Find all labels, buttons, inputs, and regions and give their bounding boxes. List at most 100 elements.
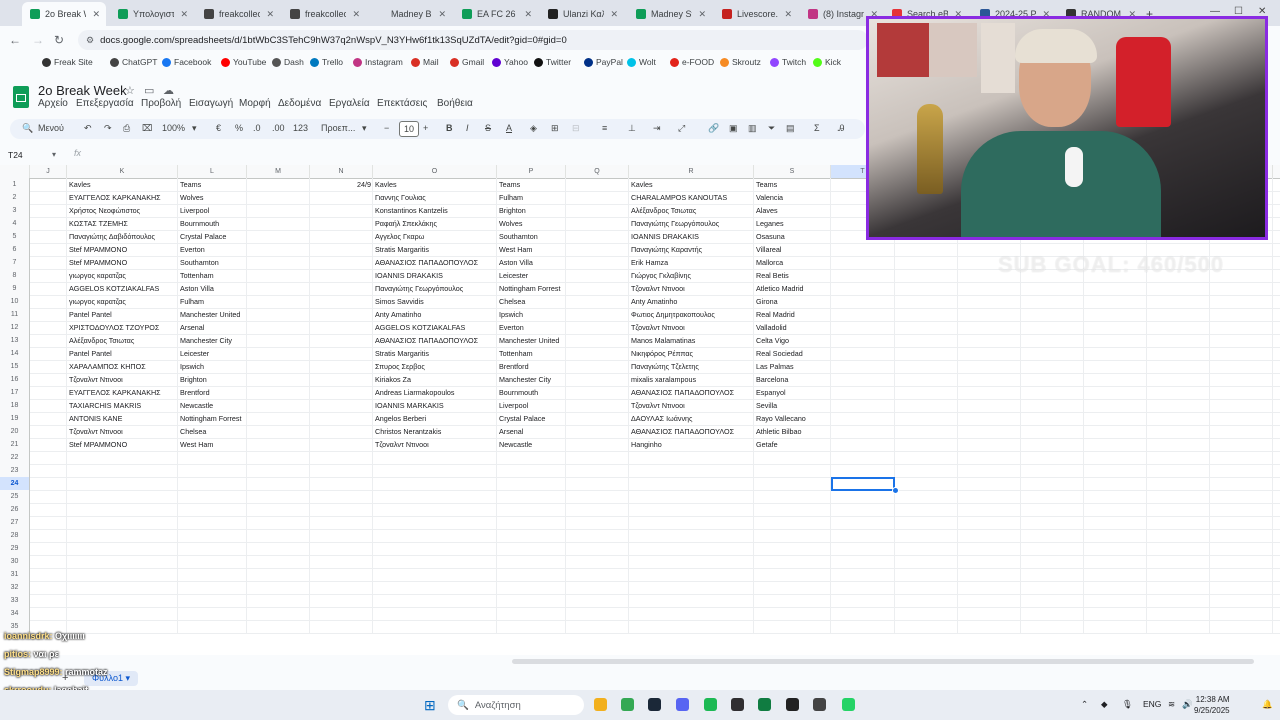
row-header[interactable]: 8 (0, 269, 30, 282)
cell-k6[interactable]: Stef ΜΡΑΜΜΟΝΟ (69, 243, 176, 256)
menu-item[interactable]: Επεξεργασία (76, 98, 134, 109)
cell-l21[interactable]: West Ham (180, 438, 245, 451)
bookmark-item[interactable]: Kick (813, 57, 841, 67)
cell-k11[interactable]: Pantel Pantel (69, 308, 176, 321)
search-menu-icon[interactable]: 🔍 (22, 123, 33, 134)
insert-comment-icon[interactable]: ▣ (729, 123, 738, 134)
cell-r17[interactable]: ΑΘΑΝΑΣΙΟΣ ΠΑΠΑΔΟΠΟΥΛΟΣ (631, 386, 752, 399)
cell-l2[interactable]: Wolves (180, 191, 245, 204)
cell-r5[interactable]: IOANNIS DRAKAKIS (631, 230, 752, 243)
cell-k1[interactable]: Kavles (69, 178, 176, 191)
row-header[interactable]: 23 (0, 464, 30, 477)
volume-icon[interactable]: 🔊 (1182, 699, 1193, 710)
bookmark-item[interactable]: Instagram (353, 57, 403, 67)
browser-tab[interactable]: Livescore.in ✕ (714, 4, 798, 24)
cloud-status-icon[interactable]: ☁ (163, 84, 174, 97)
cell-k8[interactable]: γιωργος καρατζας (69, 269, 176, 282)
row-header[interactable]: 29 (0, 542, 30, 555)
cell-r21[interactable]: Hanginho (631, 438, 752, 451)
cell-r8[interactable]: Γιώργος Γκλαβίνης (631, 269, 752, 282)
row-header[interactable]: 15 (0, 360, 30, 373)
cell-s4[interactable]: Leganes (756, 217, 829, 230)
sheets-logo-icon[interactable] (13, 86, 29, 108)
menu-item[interactable]: Αρχείο (38, 98, 68, 109)
menu-item[interactable]: Εργαλεία (329, 98, 370, 109)
vertical-align-icon[interactable]: ⊥ (628, 123, 636, 134)
cell-k5[interactable]: Παναγιώτης Δαβιδόπουλος (69, 230, 176, 243)
browser-tab[interactable]: Madney Bre ✕ (368, 4, 452, 24)
cell-o11[interactable]: Anty Amatinho (375, 308, 495, 321)
cell-l4[interactable]: Bournmouth (180, 217, 245, 230)
bookmark-item[interactable]: Gmail (450, 57, 484, 67)
bookmark-item[interactable]: Facebook (162, 57, 211, 67)
cell-o19[interactable]: Angelos Berberi (375, 412, 495, 425)
borders-icon[interactable]: ⊞ (551, 123, 559, 134)
column-header[interactable]: L (178, 165, 247, 178)
cell-o16[interactable]: Kiriakos Za (375, 373, 495, 386)
column-header[interactable]: M (247, 165, 310, 178)
browser-tab[interactable]: EA FC 26 Ul ✕ (454, 4, 538, 24)
row-header[interactable]: 10 (0, 295, 30, 308)
cell-k19[interactable]: ANTONIS KANE (69, 412, 176, 425)
row-header[interactable]: 3 (0, 204, 30, 217)
cell-p6[interactable]: West Ham (499, 243, 564, 256)
row-header[interactable]: 25 (0, 490, 30, 503)
bookmark-item[interactable]: Twitter (534, 57, 571, 67)
cell-o21[interactable]: Τζοναλντ Ντινοοι (375, 438, 495, 451)
language-indicator[interactable]: ENG (1143, 699, 1161, 709)
column-header[interactable]: N (310, 165, 373, 178)
increase-decimal-button[interactable]: .00 (272, 123, 285, 133)
cell-l20[interactable]: Chelsea (180, 425, 245, 438)
cell-r14[interactable]: Νικηφόρος Ρέππας (631, 347, 752, 360)
row-header[interactable]: 11 (0, 308, 30, 321)
input-tools-icon[interactable]: Ꭿ (838, 123, 845, 134)
fill-handle[interactable] (892, 487, 899, 494)
taskbar-obs-icon[interactable] (731, 698, 744, 711)
cell-o1[interactable]: Kavles (375, 178, 495, 191)
taskbar-search[interactable]: 🔍 Αναζήτηση (448, 695, 584, 715)
cell-r7[interactable]: Erik Hamza (631, 256, 752, 269)
tab-close-icon[interactable]: ✕ (698, 9, 706, 20)
cell-k9[interactable]: AGGELOS KOTZIAKALFAS (69, 282, 176, 295)
decrease-decimal-button[interactable]: .0 (253, 123, 261, 133)
cell-s20[interactable]: Athletic Bilbao (756, 425, 829, 438)
cell-p2[interactable]: Fulham (499, 191, 564, 204)
cell-l16[interactable]: Brighton (180, 373, 245, 386)
cell-l18[interactable]: Newcastle (180, 399, 245, 412)
row-header[interactable]: 22 (0, 451, 30, 464)
cell-p19[interactable]: Crystal Palace (499, 412, 564, 425)
name-box-chevron-icon[interactable]: ▾ (52, 150, 56, 159)
taskbar-excel-icon[interactable] (758, 698, 771, 711)
font-size-minus-icon[interactable]: − (384, 123, 389, 133)
row-header[interactable]: 30 (0, 555, 30, 568)
redo-icon[interactable]: ↷ (104, 123, 112, 134)
cell-k4[interactable]: ΚΩΣΤΑΣ ΤΖΕΜΗΣ (69, 217, 176, 230)
cell-r1[interactable]: Kavles (631, 178, 752, 191)
cell-l19[interactable]: Nottingham Forrest (180, 412, 245, 425)
bookmark-item[interactable]: PayPal (584, 57, 623, 67)
tab-close-icon[interactable]: ✕ (180, 9, 188, 20)
taskbar-clock[interactable]: 12:38 AM 9/25/2025 (1194, 694, 1230, 716)
row-header[interactable]: 31 (0, 568, 30, 581)
cell-o15[interactable]: Σπυρος Σερβος (375, 360, 495, 373)
row-header[interactable]: 12 (0, 321, 30, 334)
cell-r11[interactable]: Φωτιος Δημητρακοπουλος (631, 308, 752, 321)
browser-tab[interactable]: freakcollect ✕ (282, 4, 366, 24)
undo-icon[interactable]: ↶ (84, 123, 92, 134)
column-header[interactable]: J (30, 165, 67, 178)
text-rotation-icon[interactable]: ⤢ (678, 123, 685, 134)
star-icon[interactable]: ☆ (125, 84, 135, 97)
row-header[interactable]: 18 (0, 399, 30, 412)
cell-n1[interactable]: 24/9 (312, 178, 371, 191)
cell-p8[interactable]: Leicester (499, 269, 564, 282)
cell-p10[interactable]: Chelsea (499, 295, 564, 308)
cell-s12[interactable]: Valladolid (756, 321, 829, 334)
cell-r19[interactable]: ΔΑΟΥΛΑΣ Ιωάννης (631, 412, 752, 425)
cell-r6[interactable]: Παναγιώτης Καραντής (631, 243, 752, 256)
row-header[interactable]: 5 (0, 230, 30, 243)
column-header[interactable]: Q (566, 165, 629, 178)
bookmark-item[interactable]: e-FOOD (670, 57, 714, 67)
cell-r15[interactable]: Παναγιώτης Τζελετης (631, 360, 752, 373)
cell-p4[interactable]: Wolves (499, 217, 564, 230)
tab-close-icon[interactable]: ✕ (92, 9, 100, 20)
